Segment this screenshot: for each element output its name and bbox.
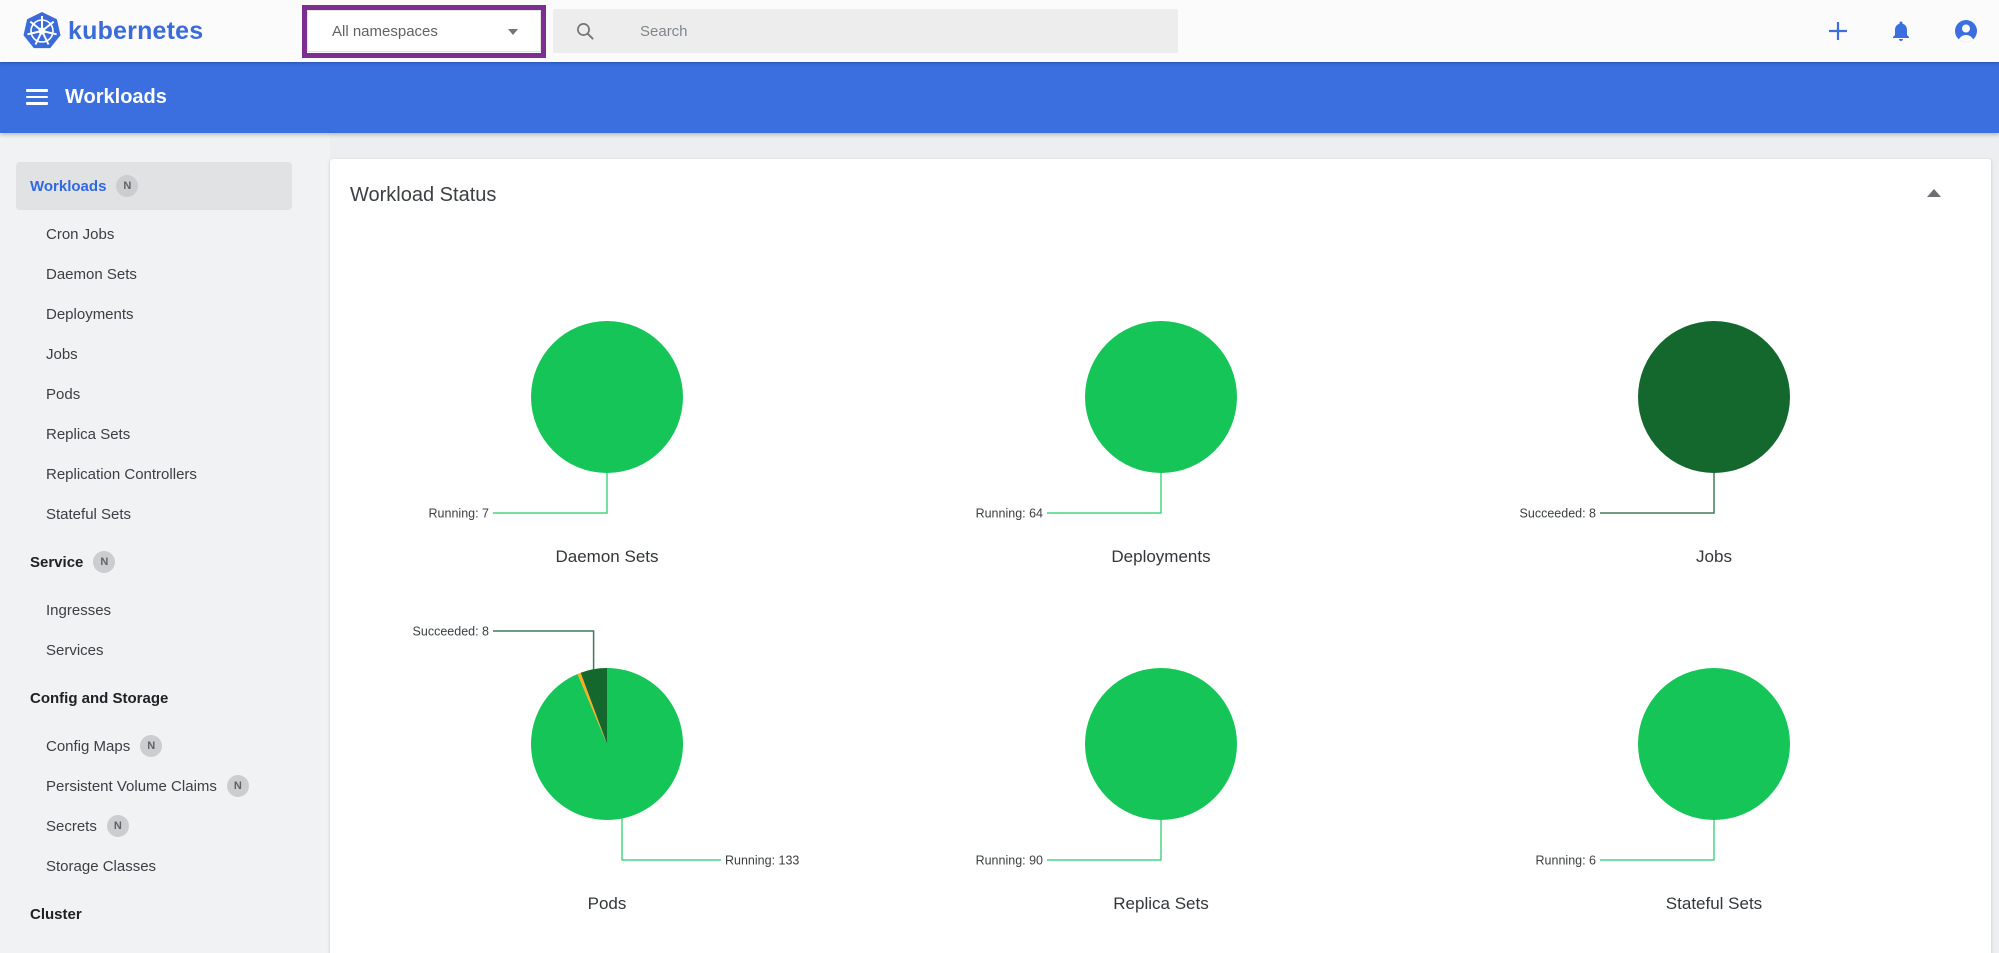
pie-chart-jobs: Succeeded: 8 Jobs bbox=[1437, 249, 1991, 579]
sidebar-item-label: Pods bbox=[46, 386, 80, 403]
pie-chart-row-2: Running: 133Succeeded: 8PodsRunning: 90R… bbox=[330, 590, 1991, 930]
sidebar-item-ingresses[interactable]: Ingresses bbox=[0, 590, 330, 630]
pie-chart-title: Pods bbox=[588, 894, 627, 913]
sidebar-item-services[interactable]: Services bbox=[0, 630, 330, 670]
collapse-card-arrow-icon[interactable] bbox=[1927, 189, 1941, 197]
namespaced-indicator-badge: N bbox=[107, 815, 129, 837]
sidebar-item-cluster: Cluster bbox=[0, 894, 330, 934]
user-account-icon[interactable] bbox=[1954, 19, 1978, 43]
sidebar-item-label: Ingresses bbox=[46, 602, 111, 619]
pie-chart-daemon-sets: Running: 7 Daemon Sets bbox=[330, 249, 884, 579]
sidebar-item-storage-classes[interactable]: Storage Classes bbox=[0, 846, 330, 886]
sidebar-item-label: Services bbox=[46, 642, 104, 659]
sidebar-item-stateful-sets[interactable]: Stateful Sets bbox=[0, 494, 330, 534]
sidebar-item-label: Workloads bbox=[30, 178, 106, 195]
search-bar bbox=[553, 9, 1178, 53]
pie-chart-pods: Running: 133 Succeeded: 8 Pods bbox=[330, 590, 884, 930]
kubernetes-logo-icon bbox=[22, 11, 62, 51]
sidebar-item-cron-jobs[interactable]: Cron Jobs bbox=[0, 214, 330, 254]
namespace-selector-value: All namespaces bbox=[332, 23, 438, 40]
sidebar-item-label: Secrets bbox=[46, 818, 97, 835]
pie-slice-label: Succeeded: 8 bbox=[413, 625, 489, 639]
pie-slice-label: Running: 90 bbox=[975, 854, 1042, 868]
page-header-bar: Workloads bbox=[0, 62, 1999, 133]
pie-chart-deployments: Running: 64 Deployments bbox=[884, 249, 1438, 579]
sidebar-item-label: Replication Controllers bbox=[46, 466, 197, 483]
sidebar-item-label: Service bbox=[30, 554, 83, 571]
card-title: Workload Status bbox=[350, 184, 496, 207]
pie-slice-label: Running: 64 bbox=[975, 507, 1042, 521]
namespaced-indicator-badge: N bbox=[227, 775, 249, 797]
sidebar-item-replica-sets[interactable]: Replica Sets bbox=[0, 414, 330, 454]
search-input[interactable] bbox=[640, 9, 1160, 53]
pie-slice-label: Running: 7 bbox=[429, 507, 490, 521]
sidebar-item-pods[interactable]: Pods bbox=[0, 374, 330, 414]
namespace-selector[interactable]: All namespaces bbox=[307, 10, 541, 52]
search-icon bbox=[576, 22, 594, 40]
sidebar-item-label: Stateful Sets bbox=[46, 506, 131, 523]
brand-wordmark: kubernetes bbox=[68, 0, 203, 62]
sidebar-item-label: Replica Sets bbox=[46, 426, 130, 443]
sidebar-item-persistent-volume-claims[interactable]: Persistent Volume Claims N bbox=[0, 766, 330, 806]
pie-slice-label: Running: 133 bbox=[725, 854, 799, 868]
page-title: Workloads bbox=[65, 62, 167, 133]
sidebar-item-label: Storage Classes bbox=[46, 858, 156, 875]
sidebar-item-cluster-role-bindings[interactable]: Cluster Role Bindings bbox=[0, 942, 330, 953]
add-icon[interactable] bbox=[1826, 19, 1850, 43]
pie-chart-stateful-sets: Running: 6 Stateful Sets bbox=[1437, 590, 1991, 930]
pie-chart-replica-sets: Running: 90 Replica Sets bbox=[884, 590, 1438, 930]
namespaced-indicator-badge: N bbox=[140, 735, 162, 757]
workload-status-card: Workload Status Running: 7Daemon SetsRun… bbox=[330, 159, 1991, 953]
pie-slice-label: Running: 6 bbox=[1536, 854, 1597, 868]
sidebar-item-deployments[interactable]: Deployments bbox=[0, 294, 330, 334]
sidebar-item-label: Deployments bbox=[46, 306, 134, 323]
sidebar-item-service: Service N bbox=[0, 542, 330, 582]
sidebar-item-secrets[interactable]: Secrets N bbox=[0, 806, 330, 846]
sidebar-item-config-and-storage: Config and Storage bbox=[0, 678, 330, 718]
notifications-bell-icon[interactable] bbox=[1889, 19, 1913, 43]
sidebar-item-label: Persistent Volume Claims bbox=[46, 778, 217, 795]
namespaced-indicator-badge: N bbox=[116, 175, 138, 197]
pie-chart-title: Daemon Sets bbox=[556, 547, 659, 566]
sidebar-item-label: Jobs bbox=[46, 346, 78, 363]
sidebar-item-label: Config Maps bbox=[46, 738, 130, 755]
pie-chart-title: Replica Sets bbox=[1113, 894, 1208, 913]
sidebar-nav: Workloads N Cron Jobs Daemon Sets Deployment… bbox=[0, 133, 330, 953]
sidebar-item-replication-controllers[interactable]: Replication Controllers bbox=[0, 454, 330, 494]
sidebar-item-label: Config and Storage bbox=[30, 690, 168, 707]
pie-chart-title: Deployments bbox=[1111, 547, 1210, 566]
sidebar-item-label: Cluster bbox=[30, 906, 82, 923]
pie-slice-label: Succeeded: 8 bbox=[1520, 507, 1596, 521]
sidebar-item-config-maps[interactable]: Config Maps N bbox=[0, 726, 330, 766]
menu-hamburger-icon[interactable] bbox=[26, 89, 48, 105]
namespaced-indicator-badge: N bbox=[93, 551, 115, 573]
top-app-bar: kubernetes All namespaces bbox=[0, 0, 1999, 62]
pie-chart-row-1: Running: 7 Daemon Sets Running: 64 Deployme… bbox=[330, 249, 1991, 579]
sidebar-item-jobs[interactable]: Jobs bbox=[0, 334, 330, 374]
sidebar-item-label: Daemon Sets bbox=[46, 266, 137, 283]
sidebar-item-workloads[interactable]: Workloads N bbox=[16, 162, 292, 210]
sidebar-item-daemon-sets[interactable]: Daemon Sets bbox=[0, 254, 330, 294]
pie-chart-title: Jobs bbox=[1696, 547, 1732, 566]
sidebar-item-label: Cron Jobs bbox=[46, 226, 114, 243]
chevron-down-icon bbox=[508, 29, 518, 35]
pie-chart-title: Stateful Sets bbox=[1666, 894, 1762, 913]
